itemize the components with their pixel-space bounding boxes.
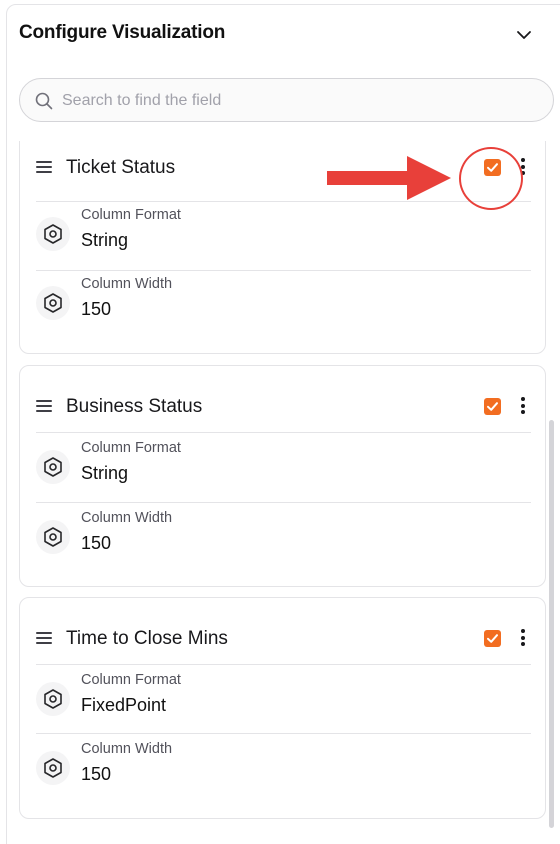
setting-value: 150 bbox=[81, 533, 112, 553]
drag-handle-icon[interactable] bbox=[36, 632, 54, 646]
divider bbox=[36, 502, 531, 503]
field-card: Business Status Column Format String Col… bbox=[19, 365, 546, 587]
hex-nut-icon bbox=[36, 520, 70, 554]
divider bbox=[36, 733, 531, 734]
search-icon bbox=[34, 91, 54, 111]
setting-label: Column Format bbox=[81, 207, 181, 223]
column-width-setting[interactable]: Column Width 150 bbox=[36, 276, 531, 332]
column-width-setting[interactable]: Column Width 150 bbox=[36, 510, 531, 566]
field-name: Time to Close Mins bbox=[66, 628, 228, 649]
divider bbox=[36, 270, 531, 271]
setting-label: Column Width bbox=[81, 276, 173, 292]
setting-value: String bbox=[81, 230, 129, 250]
column-format-setting[interactable]: Column Format FixedPoint bbox=[36, 672, 531, 728]
setting-value: 150 bbox=[81, 299, 112, 319]
chevron-down-icon[interactable] bbox=[513, 24, 535, 46]
hex-nut-icon bbox=[36, 450, 70, 484]
hex-nut-icon bbox=[36, 751, 70, 785]
field-visible-checkbox[interactable] bbox=[484, 630, 501, 647]
setting-label: Column Width bbox=[81, 741, 173, 757]
field-card: Ticket Status Column Format String Colum… bbox=[19, 141, 546, 354]
search-bar bbox=[19, 78, 554, 122]
setting-label: Column Format bbox=[81, 672, 181, 688]
field-card-header: Business Status bbox=[36, 390, 531, 424]
setting-value: String bbox=[81, 463, 129, 483]
field-card: Time to Close Mins Column Format FixedPo… bbox=[19, 597, 546, 819]
setting-value: 150 bbox=[81, 764, 112, 784]
column-width-setting[interactable]: Column Width 150 bbox=[36, 741, 531, 797]
divider bbox=[36, 664, 531, 665]
field-list: Ticket Status Column Format String Colum… bbox=[0, 141, 560, 844]
panel-header: Configure Visualization bbox=[19, 22, 539, 48]
hex-nut-icon bbox=[36, 217, 70, 251]
field-visible-checkbox[interactable] bbox=[484, 398, 501, 415]
setting-label: Column Format bbox=[81, 440, 181, 456]
scrollbar-thumb[interactable] bbox=[549, 420, 554, 828]
field-card-header: Ticket Status bbox=[36, 151, 531, 185]
field-visible-checkbox[interactable] bbox=[484, 159, 501, 176]
setting-label: Column Width bbox=[81, 510, 173, 526]
hex-nut-icon bbox=[36, 286, 70, 320]
field-card-header: Time to Close Mins bbox=[36, 622, 531, 656]
column-format-setting[interactable]: Column Format String bbox=[36, 440, 531, 496]
setting-value: FixedPoint bbox=[81, 695, 167, 715]
more-options-icon[interactable] bbox=[516, 629, 530, 649]
field-name: Business Status bbox=[66, 396, 203, 417]
field-name: Ticket Status bbox=[66, 157, 176, 178]
drag-handle-icon[interactable] bbox=[36, 400, 54, 414]
column-format-setting[interactable]: Column Format String bbox=[36, 207, 531, 263]
more-options-icon[interactable] bbox=[516, 158, 530, 178]
search-input[interactable] bbox=[62, 87, 542, 115]
panel-title: Configure Visualization bbox=[19, 22, 226, 43]
drag-handle-icon[interactable] bbox=[36, 161, 54, 175]
more-options-icon[interactable] bbox=[516, 397, 530, 417]
divider bbox=[36, 432, 531, 433]
divider bbox=[36, 201, 531, 202]
hex-nut-icon bbox=[36, 682, 70, 716]
